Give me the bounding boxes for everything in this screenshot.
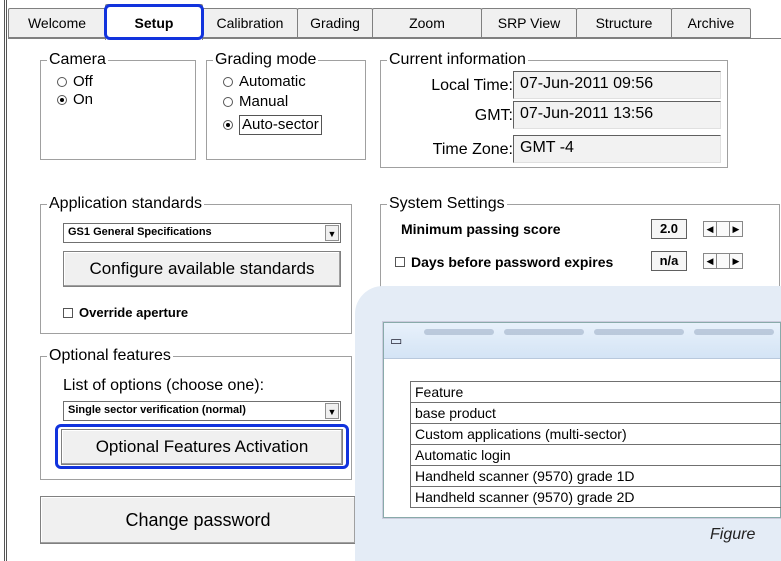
table-row[interactable]: Automatic login xyxy=(410,444,781,466)
min-score-spinner[interactable]: ◀ ▶ xyxy=(703,221,743,237)
arrow-right-icon[interactable]: ▶ xyxy=(729,253,743,269)
checkbox-icon xyxy=(63,307,73,318)
days-expire-spinner[interactable]: ◀ ▶ xyxy=(703,253,743,269)
slider-thumb-icon[interactable] xyxy=(716,253,730,269)
table-row[interactable]: base product xyxy=(410,402,781,424)
grading-automatic-radio[interactable]: Automatic xyxy=(223,73,306,91)
figure-caption: Figure xyxy=(710,526,756,543)
optional-features-title: Optional features xyxy=(47,347,173,365)
feature-popup-window: ▭ Feature base product Custom applicatio… xyxy=(383,322,781,518)
blurred-title-segment xyxy=(424,329,494,335)
arrow-left-icon[interactable]: ◀ xyxy=(703,253,717,269)
table-header-cell: Feature xyxy=(410,381,781,403)
table-cell: Handheld scanner (9570) grade 2D xyxy=(410,486,781,508)
tab-zoom[interactable]: Zoom xyxy=(372,8,482,38)
tab-grading[interactable]: Grading xyxy=(297,8,373,38)
tab-srp-view[interactable]: SRP View xyxy=(481,8,577,38)
app-window: Welcome Setup Calibration Grading Zoom S… xyxy=(0,0,781,561)
options-list-label: List of options (choose one): xyxy=(63,377,265,394)
dropdown-arrow-icon[interactable]: ▼ xyxy=(325,403,339,419)
app-standards-group: Application standards GS1 General Specif… xyxy=(40,195,352,334)
checkbox-icon xyxy=(395,257,405,267)
current-info-title: Current information xyxy=(387,51,528,69)
system-settings-title: System Settings xyxy=(387,195,507,213)
gmt-field: 07-Jun-2011 13:56 xyxy=(513,101,721,129)
change-password-button[interactable]: Change password xyxy=(40,496,356,544)
tab-archive[interactable]: Archive xyxy=(671,8,751,38)
grading-automatic-label: Automatic xyxy=(239,73,306,90)
feature-table: Feature base product Custom applications… xyxy=(410,381,781,508)
blurred-title-segment xyxy=(504,329,584,335)
local-time-label: Local Time: xyxy=(431,77,513,94)
camera-off-label: Off xyxy=(73,73,93,90)
gmt-label: GMT: xyxy=(474,107,513,124)
camera-on-radio[interactable]: On xyxy=(57,91,93,109)
grading-mode-group: Grading mode Automatic Manual Auto-secto… xyxy=(206,51,366,160)
radio-on-icon xyxy=(57,95,67,105)
camera-group: Camera Off On xyxy=(40,51,196,160)
optional-features-select-value: Single sector verification (normal) xyxy=(68,404,246,416)
window-icon: ▭ xyxy=(390,333,403,348)
table-row[interactable]: Handheld scanner (9570) grade 1D xyxy=(410,465,781,487)
days-expire-field[interactable]: n/a xyxy=(651,251,687,271)
table-cell: Handheld scanner (9570) grade 1D xyxy=(410,465,781,487)
grading-mode-title: Grading mode xyxy=(213,51,319,69)
optional-features-activation-button[interactable]: Optional Features Activation xyxy=(61,429,343,465)
radio-off-icon xyxy=(57,77,67,87)
table-header-row: Feature xyxy=(410,381,781,403)
radio-on-icon xyxy=(223,120,233,130)
slider-thumb-icon[interactable] xyxy=(716,221,730,237)
tab-structure[interactable]: Structure xyxy=(576,8,672,38)
table-cell: Automatic login xyxy=(410,444,781,466)
current-info-group: Current information Local Time: 07-Jun-2… xyxy=(380,51,728,168)
radio-off-icon xyxy=(223,97,233,107)
camera-group-title: Camera xyxy=(47,51,108,69)
configure-standards-button[interactable]: Configure available standards xyxy=(63,251,341,287)
blurred-title-segment xyxy=(694,329,774,335)
camera-off-radio[interactable]: Off xyxy=(57,73,93,91)
tab-bar: Welcome Setup Calibration Grading Zoom S… xyxy=(8,4,781,40)
arrow-right-icon[interactable]: ▶ xyxy=(729,221,743,237)
standards-select-value: GS1 General Specifications xyxy=(68,226,212,238)
grading-auto-sector-radio[interactable]: Auto-sector xyxy=(223,115,322,135)
min-score-field[interactable]: 2.0 xyxy=(651,219,687,239)
optional-features-select[interactable]: Single sector verification (normal) ▼ xyxy=(63,401,341,421)
grading-manual-radio[interactable]: Manual xyxy=(223,93,288,111)
radio-off-icon xyxy=(223,77,233,87)
override-aperture-checkbox[interactable]: Override aperture xyxy=(63,305,188,320)
timezone-label: Time Zone: xyxy=(432,141,513,158)
table-row[interactable]: Custom applications (multi-sector) xyxy=(410,423,781,445)
optional-features-group: Optional features List of options (choos… xyxy=(40,347,352,480)
grading-manual-label: Manual xyxy=(239,93,289,110)
override-aperture-label: Override aperture xyxy=(79,305,189,320)
standards-select[interactable]: GS1 General Specifications ▼ xyxy=(63,223,341,243)
app-standards-title: Application standards xyxy=(47,195,204,213)
arrow-left-icon[interactable]: ◀ xyxy=(703,221,717,237)
min-score-label: Minimum passing score xyxy=(401,221,561,237)
timezone-field: GMT -4 xyxy=(513,135,721,163)
table-row[interactable]: Handheld scanner (9570) grade 2D xyxy=(410,486,781,508)
tab-setup[interactable]: Setup xyxy=(105,4,203,40)
blurred-title-segment xyxy=(594,329,684,335)
dropdown-arrow-icon[interactable]: ▼ xyxy=(325,225,339,241)
days-expire-label: Days before password expires xyxy=(411,254,614,270)
grading-auto-sector-label: Auto-sector xyxy=(239,115,322,135)
tab-calibration[interactable]: Calibration xyxy=(202,8,298,38)
popup-titlebar[interactable]: ▭ xyxy=(384,323,780,359)
camera-on-label: On xyxy=(73,91,94,108)
days-expire-checkbox[interactable]: Days before password expires xyxy=(395,254,613,270)
tab-welcome[interactable]: Welcome xyxy=(8,8,106,38)
table-cell: base product xyxy=(410,402,781,424)
local-time-field: 07-Jun-2011 09:56 xyxy=(513,71,721,99)
table-cell: Custom applications (multi-sector) xyxy=(410,423,781,445)
